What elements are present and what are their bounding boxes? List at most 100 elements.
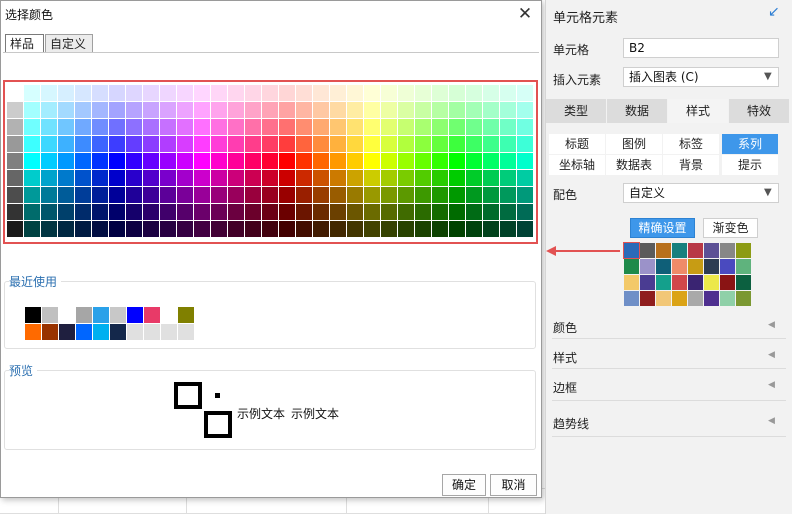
color-swatch[interactable]: [211, 119, 227, 135]
color-swatch[interactable]: [143, 119, 159, 135]
color-swatch[interactable]: [432, 102, 448, 118]
palette-swatch[interactable]: [736, 259, 751, 274]
color-swatch[interactable]: [7, 221, 23, 237]
color-swatch[interactable]: [500, 136, 516, 152]
color-swatch[interactable]: [160, 221, 176, 237]
color-swatch[interactable]: [194, 119, 210, 135]
precise-settings-button[interactable]: 精确设置: [630, 218, 695, 238]
color-swatch[interactable]: [245, 187, 261, 203]
color-swatch[interactable]: [24, 187, 40, 203]
color-swatch[interactable]: [7, 119, 23, 135]
color-swatch[interactable]: [58, 85, 74, 101]
arrow-down-left-icon[interactable]: ↙: [768, 4, 784, 20]
color-swatch[interactable]: [296, 187, 312, 203]
color-swatch[interactable]: [143, 204, 159, 220]
color-swatch[interactable]: [41, 85, 57, 101]
color-swatch[interactable]: [517, 221, 533, 237]
color-swatch[interactable]: [75, 187, 91, 203]
recent-color-swatch[interactable]: [144, 324, 160, 340]
color-swatch[interactable]: [415, 170, 431, 186]
recent-color-swatch[interactable]: [110, 324, 126, 340]
color-swatch[interactable]: [262, 136, 278, 152]
color-swatch[interactable]: [364, 187, 380, 203]
color-swatch[interactable]: [262, 187, 278, 203]
color-swatch[interactable]: [466, 136, 482, 152]
palette-swatch[interactable]: [688, 259, 703, 274]
color-swatch[interactable]: [449, 170, 465, 186]
color-swatch[interactable]: [398, 187, 414, 203]
chevron-down-icon[interactable]: ▼: [764, 71, 772, 82]
recent-color-swatch[interactable]: [93, 324, 109, 340]
color-swatch[interactable]: [432, 85, 448, 101]
section-border[interactable]: 边框 ◀: [546, 375, 792, 397]
color-swatch[interactable]: [58, 153, 74, 169]
color-swatch[interactable]: [211, 102, 227, 118]
color-swatch[interactable]: [398, 153, 414, 169]
color-swatch[interactable]: [500, 119, 516, 135]
color-swatch[interactable]: [364, 85, 380, 101]
color-swatch[interactable]: [7, 187, 23, 203]
palette-swatch[interactable]: [704, 243, 719, 258]
color-swatch[interactable]: [415, 204, 431, 220]
color-swatch[interactable]: [245, 221, 261, 237]
color-swatch[interactable]: [432, 119, 448, 135]
color-swatch[interactable]: [262, 204, 278, 220]
color-swatch[interactable]: [517, 187, 533, 203]
color-swatch[interactable]: [517, 136, 533, 152]
color-swatch[interactable]: [228, 204, 244, 220]
color-swatch[interactable]: [483, 136, 499, 152]
color-swatch[interactable]: [24, 204, 40, 220]
chevron-down-icon[interactable]: ▼: [764, 187, 772, 198]
color-swatch[interactable]: [126, 102, 142, 118]
color-swatch[interactable]: [398, 102, 414, 118]
color-swatch[interactable]: [313, 221, 329, 237]
gradient-button[interactable]: 渐变色: [703, 218, 758, 238]
palette-swatch[interactable]: [688, 291, 703, 306]
color-swatch[interactable]: [160, 187, 176, 203]
color-swatch[interactable]: [415, 85, 431, 101]
color-swatch[interactable]: [92, 102, 108, 118]
color-swatch[interactable]: [245, 102, 261, 118]
color-swatch[interactable]: [415, 153, 431, 169]
palette-swatch[interactable]: [656, 275, 671, 290]
color-swatch[interactable]: [262, 102, 278, 118]
color-swatch[interactable]: [58, 119, 74, 135]
subtab-title[interactable]: 标题: [549, 134, 605, 154]
color-swatch[interactable]: [177, 136, 193, 152]
color-swatch[interactable]: [330, 119, 346, 135]
color-swatch[interactable]: [483, 170, 499, 186]
palette-swatch[interactable]: [656, 259, 671, 274]
color-swatch[interactable]: [211, 136, 227, 152]
color-swatch[interactable]: [24, 85, 40, 101]
palette-swatch[interactable]: [704, 275, 719, 290]
color-swatch[interactable]: [398, 136, 414, 152]
color-swatch[interactable]: [517, 85, 533, 101]
subtab-tooltip[interactable]: 提示: [722, 155, 778, 175]
color-swatch[interactable]: [92, 119, 108, 135]
color-swatch[interactable]: [143, 187, 159, 203]
color-swatch[interactable]: [177, 153, 193, 169]
color-swatch[interactable]: [398, 170, 414, 186]
color-swatch[interactable]: [517, 119, 533, 135]
color-swatch[interactable]: [364, 136, 380, 152]
color-swatch[interactable]: [483, 85, 499, 101]
color-swatch[interactable]: [313, 85, 329, 101]
color-swatch[interactable]: [381, 136, 397, 152]
color-swatch[interactable]: [364, 221, 380, 237]
palette-swatch[interactable]: [688, 243, 703, 258]
color-swatch[interactable]: [483, 102, 499, 118]
palette-swatch[interactable]: [624, 259, 639, 274]
color-swatch[interactable]: [313, 204, 329, 220]
palette-swatch[interactable]: [672, 275, 687, 290]
color-swatch[interactable]: [415, 187, 431, 203]
color-swatch[interactable]: [228, 187, 244, 203]
cell-input[interactable]: B2: [623, 38, 779, 58]
color-swatch[interactable]: [160, 102, 176, 118]
color-swatch[interactable]: [194, 221, 210, 237]
color-swatch[interactable]: [466, 119, 482, 135]
palette-swatch[interactable]: [640, 275, 655, 290]
subtab-legend[interactable]: 图例: [606, 134, 662, 154]
color-swatch[interactable]: [160, 204, 176, 220]
color-swatch[interactable]: [296, 85, 312, 101]
color-swatch[interactable]: [466, 153, 482, 169]
